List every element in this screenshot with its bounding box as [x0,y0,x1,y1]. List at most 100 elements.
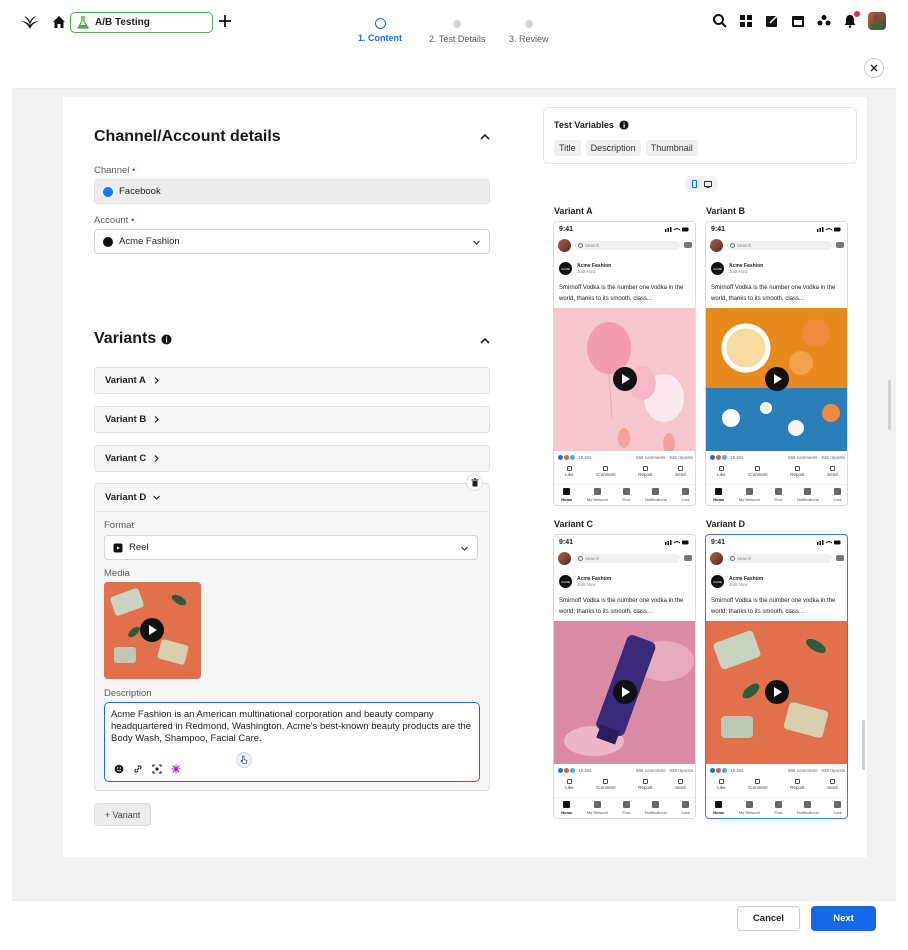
post-time: Just Now [577,581,596,587]
phone-preview-d[interactable]: 9:41 Search ACME Acme Fashion Just Now Sm… [705,534,848,819]
delete-variant-button[interactable] [466,474,483,491]
nav-jobs: Jobs [833,488,842,505]
post-actions: Like Comment Repost Send [554,779,695,790]
chip-title[interactable]: Title [554,140,581,156]
add-tab-icon[interactable] [218,14,232,28]
search-icon[interactable] [712,13,728,29]
variant-b-row[interactable]: Variant B [94,406,490,433]
home-icon[interactable] [51,14,67,30]
apps-grid-icon[interactable] [738,13,754,29]
step-review[interactable]: 3. Review [509,20,549,44]
message-icon [836,555,844,561]
post-icon [774,488,782,495]
post-text: Smirnoff Vodka is the number one vodka i… [559,285,684,302]
collapse-chevron-up-icon[interactable] [479,131,491,143]
variant-d-header[interactable]: Variant D [95,484,489,512]
variant-c-row[interactable]: Variant C [94,445,490,472]
nav-label: My Network [738,810,760,815]
page-scrollbar[interactable] [888,380,891,430]
love-reaction-icon [564,455,569,460]
info-icon[interactable] [619,120,629,130]
nav-notifications: Notifications [645,488,667,505]
send-action: Send [675,779,686,790]
action-label: Send [827,785,838,790]
test-variables-card: Test Variables Title Description Thumbna… [543,107,857,164]
format-select[interactable]: Reel [104,535,478,560]
nav-label: Jobs [833,810,842,815]
repost-action: Repost [790,466,805,477]
comments-reposts: 566 comments · 930 reposts [787,768,845,773]
next-button[interactable]: Next [811,906,876,931]
post-time: Just Now [577,268,596,274]
home-icon [715,488,723,495]
calendar-icon[interactable] [790,13,806,29]
status-bar-icon [817,540,841,545]
chip-description[interactable]: Description [585,140,641,156]
channel-section-title: Channel/Account details [94,128,281,145]
mobile-view-button[interactable] [689,179,700,189]
emoji-icon[interactable] [114,764,124,774]
post-media [706,621,847,764]
post-icon [622,488,630,495]
post-stats: 10,691 566 comments · 930 reposts [558,455,693,460]
comment-icon [603,779,609,784]
compose-icon[interactable] [764,13,780,29]
variant-a-preview-label: Variant A [554,206,593,216]
action-label: Repost [790,472,805,477]
send-icon [677,466,683,471]
media-thumbnail[interactable] [104,582,201,679]
reposts-count: 930 reposts [821,768,845,773]
variants-section-title: Variants [94,330,172,348]
ai-sparkle-icon[interactable] [171,764,181,774]
brand-logo-icon[interactable] [20,12,40,32]
message-icon [836,242,844,248]
jobs-icon [681,488,689,495]
notifications-button[interactable] [842,11,860,29]
variant-a-row[interactable]: Variant A [94,367,490,394]
nav-network: My Network [738,801,760,818]
info-icon[interactable] [161,334,172,345]
community-icon[interactable] [816,13,832,29]
nav-post: Post [774,801,782,818]
phone-preview-a[interactable]: 9:41 Search ACME Acme Fashion Just Now Sm… [553,221,696,506]
like-reaction-icon [558,455,563,460]
link-icon[interactable] [133,764,143,774]
network-icon [593,801,601,808]
user-avatar[interactable] [868,12,886,30]
account-label: Account • [94,215,134,226]
action-label: Send [675,472,686,477]
post-text: Smirnoff Vodka is the number one vodka i… [711,598,836,615]
account-logo: ACME [711,262,724,275]
send-icon [829,779,835,784]
account-select[interactable]: Acme Fashion [94,229,490,254]
desktop-view-button[interactable] [703,179,713,189]
action-label: Repost [638,472,653,477]
close-button[interactable] [864,58,884,78]
step-content[interactable]: 1. Content [358,18,402,43]
status-bar-icon [665,540,689,545]
post-text: Smirnoff Vodka is the number one vodka i… [559,598,684,615]
tab-ab-testing[interactable]: A/B Testing [70,12,213,33]
phone-preview-c[interactable]: 9:41 Search ACME Acme Fashion Just Now Sm… [553,534,696,819]
step-test-details[interactable]: 2. Test Details [429,20,485,44]
like-reaction-icon [558,768,563,773]
preview-scrollbar[interactable] [862,720,865,770]
repost-action: Repost [638,779,653,790]
play-icon[interactable] [140,618,164,642]
home-icon [563,801,571,808]
repost-action: Repost [790,779,805,790]
phone-preview-b[interactable]: 9:41 Search ACME Acme Fashion Just Now Sm… [705,221,848,506]
like-icon [566,466,572,471]
test-variables-title-text: Test Variables [554,120,614,130]
home-icon [563,488,571,495]
collapse-chevron-up-icon[interactable] [479,335,491,347]
variant-label: Variant D [105,492,147,503]
comment-action: Comment [596,779,616,790]
account-logo-text: ACME [713,266,722,271]
chip-thumbnail[interactable]: Thumbnail [645,140,698,156]
add-variant-button[interactable]: + Variant [94,803,151,826]
scan-icon[interactable] [152,764,162,774]
play-icon [765,680,789,704]
cancel-button[interactable]: Cancel [737,906,800,931]
phone-time: 9:41 [559,539,574,546]
